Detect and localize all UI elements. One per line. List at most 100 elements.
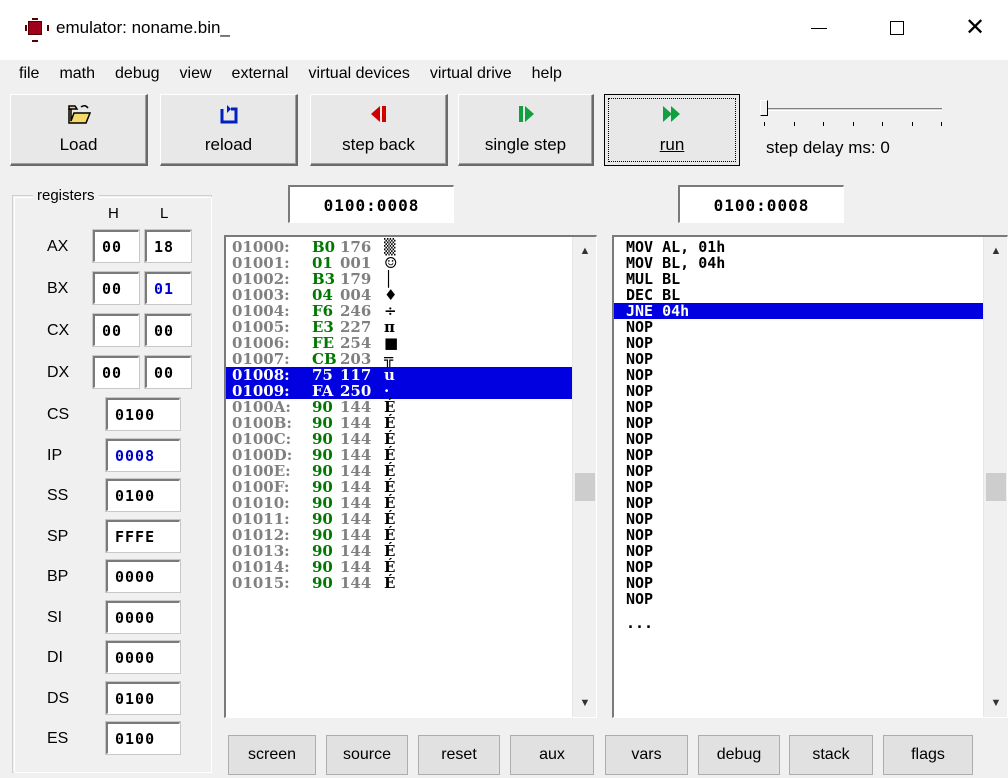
register-cs[interactable]: 0100 bbox=[105, 397, 181, 431]
memory-row[interactable]: 0100A: 90 144 É bbox=[226, 399, 572, 415]
memory-row[interactable]: 01010: 90 144 É bbox=[226, 495, 572, 511]
disasm-row[interactable]: NOP bbox=[614, 495, 983, 511]
register-ss[interactable]: 0100 bbox=[105, 478, 181, 512]
disasm-row[interactable]: NOP bbox=[614, 319, 983, 335]
memory-row[interactable]: 01005: E3 227 π bbox=[226, 319, 572, 335]
menu-debug[interactable]: debug bbox=[115, 60, 160, 88]
memory-row[interactable]: 01001: 01 001 ☺ bbox=[226, 255, 572, 271]
disasm-row[interactable]: NOP bbox=[614, 351, 983, 367]
disasm-scrollbar[interactable]: ▲ ▼ bbox=[983, 237, 1007, 717]
register-ds[interactable]: 0100 bbox=[105, 680, 181, 715]
disasm-row[interactable]: NOP bbox=[614, 447, 983, 463]
disasm-row[interactable]: NOP bbox=[614, 575, 983, 591]
disasm-row[interactable]: NOP bbox=[614, 543, 983, 559]
disasm-row[interactable]: MOV BL, 04h bbox=[614, 255, 983, 271]
memory-scrollbar[interactable]: ▲ ▼ bbox=[572, 237, 596, 717]
memory-row[interactable]: 01004: F6 246 ÷ bbox=[226, 303, 572, 319]
maximize-button[interactable] bbox=[874, 8, 920, 48]
memory-row[interactable]: 0100E: 90 144 É bbox=[226, 463, 572, 479]
memory-row[interactable]: 01011: 90 144 É bbox=[226, 511, 572, 527]
memory-row[interactable]: 01003: 04 004 ♦ bbox=[226, 287, 572, 303]
scroll-down-icon[interactable]: ▼ bbox=[573, 691, 596, 715]
memory-row[interactable]: 01014: 90 144 É bbox=[226, 559, 572, 575]
step-delay-slider[interactable] bbox=[758, 100, 948, 130]
memory-address-box[interactable]: 0100:0008 bbox=[288, 185, 454, 223]
register-si[interactable]: 0000 bbox=[105, 599, 181, 634]
disasm-row[interactable]: NOP bbox=[614, 415, 983, 431]
close-button[interactable]: ✕ bbox=[952, 8, 998, 48]
load-button[interactable]: Load bbox=[10, 94, 148, 166]
disasm-address-box[interactable]: 0100:0008 bbox=[678, 185, 844, 223]
register-bp[interactable]: 0000 bbox=[105, 559, 181, 593]
screen-button[interactable]: screen bbox=[228, 735, 316, 775]
disasm-row[interactable]: NOP bbox=[614, 431, 983, 447]
disasm-row[interactable]: NOP bbox=[614, 399, 983, 415]
slider-thumb[interactable] bbox=[760, 100, 768, 116]
stack-button[interactable]: stack bbox=[789, 735, 873, 775]
disasm-row[interactable]: NOP bbox=[614, 527, 983, 543]
register-cx-high[interactable]: 00 bbox=[92, 313, 140, 347]
disasm-row[interactable]: DEC BL bbox=[614, 287, 983, 303]
disasm-row[interactable]: JNE 04h bbox=[614, 303, 983, 319]
menu-help[interactable]: help bbox=[532, 60, 562, 88]
flags-button[interactable]: flags bbox=[883, 735, 973, 775]
menu-external[interactable]: external bbox=[232, 60, 289, 88]
scroll-thumb[interactable] bbox=[575, 473, 595, 501]
disassembly-list[interactable]: MOV AL, 01h MOV BL, 04h MUL BL DEC BL JNE 04… bbox=[612, 235, 1008, 718]
disasm-row[interactable]: NOP bbox=[614, 479, 983, 495]
memory-row[interactable]: 01006: FE 254 ■ bbox=[226, 335, 572, 351]
memory-row[interactable]: 01000: B0 176 ▒ bbox=[226, 239, 572, 255]
scroll-up-icon[interactable]: ▲ bbox=[573, 239, 596, 263]
register-dx-high[interactable]: 00 bbox=[92, 355, 140, 389]
scroll-down-icon[interactable]: ▼ bbox=[984, 691, 1007, 715]
source-button[interactable]: source bbox=[326, 735, 408, 775]
register-ip[interactable]: 0008 bbox=[105, 437, 181, 472]
register-bx-low[interactable]: 01 bbox=[144, 271, 192, 305]
register-ax-high[interactable]: 00 bbox=[92, 229, 140, 263]
run-button[interactable]: run bbox=[604, 94, 740, 166]
register-di[interactable]: 0000 bbox=[105, 640, 181, 674]
menu-virtual-drive[interactable]: virtual drive bbox=[430, 60, 512, 88]
memory-list[interactable]: 01000: B0 176 ▒ 01001: 01 001 ☺ 01002: B… bbox=[224, 235, 597, 718]
memory-row[interactable]: 0100B: 90 144 É bbox=[226, 415, 572, 431]
memory-row[interactable]: 01013: 90 144 É bbox=[226, 543, 572, 559]
disasm-row[interactable]: MUL BL bbox=[614, 271, 983, 287]
reload-button[interactable]: reload bbox=[160, 94, 298, 166]
disasm-row[interactable]: NOP bbox=[614, 463, 983, 479]
debug-button[interactable]: debug bbox=[698, 735, 780, 775]
step-back-button[interactable]: step back bbox=[310, 94, 448, 166]
memory-row[interactable]: 01009: FA 250 · bbox=[226, 383, 572, 399]
register-bx-high[interactable]: 00 bbox=[92, 271, 140, 305]
disasm-row[interactable]: NOP bbox=[614, 367, 983, 383]
disasm-row[interactable]: NOP bbox=[614, 383, 983, 399]
register-sp[interactable]: FFFE bbox=[105, 518, 181, 553]
menu-file[interactable]: file bbox=[19, 60, 39, 88]
disasm-row[interactable]: ... bbox=[614, 615, 983, 631]
register-dx-low[interactable]: 00 bbox=[144, 355, 192, 389]
register-cx-low[interactable]: 00 bbox=[144, 313, 192, 347]
menu-math[interactable]: math bbox=[59, 60, 95, 88]
minimize-button[interactable] bbox=[796, 8, 842, 48]
register-es[interactable]: 0100 bbox=[105, 721, 181, 755]
memory-row[interactable]: 0100D: 90 144 É bbox=[226, 447, 572, 463]
vars-button[interactable]: vars bbox=[605, 735, 688, 775]
menu-view[interactable]: view bbox=[180, 60, 212, 88]
disasm-row[interactable]: MOV AL, 01h bbox=[614, 239, 983, 255]
menu-virtual-devices[interactable]: virtual devices bbox=[308, 60, 409, 88]
single-step-button[interactable]: single step bbox=[458, 94, 594, 166]
disasm-row[interactable]: NOP bbox=[614, 335, 983, 351]
memory-row[interactable]: 01007: CB 203 ╦ bbox=[226, 351, 572, 367]
memory-row[interactable]: 01012: 90 144 É bbox=[226, 527, 572, 543]
disasm-row[interactable]: NOP bbox=[614, 511, 983, 527]
scroll-up-icon[interactable]: ▲ bbox=[984, 239, 1007, 263]
register-ax-low[interactable]: 18 bbox=[144, 229, 192, 263]
disasm-row[interactable]: NOP bbox=[614, 591, 983, 607]
scroll-thumb[interactable] bbox=[986, 473, 1006, 501]
disasm-row[interactable]: NOP bbox=[614, 559, 983, 575]
memory-row[interactable]: 01002: B3 179 │ bbox=[226, 271, 572, 287]
aux-button[interactable]: aux bbox=[510, 735, 594, 775]
reset-button[interactable]: reset bbox=[418, 735, 500, 775]
memory-row[interactable]: 0100C: 90 144 É bbox=[226, 431, 572, 447]
memory-row[interactable]: 01008: 75 117 u bbox=[226, 367, 572, 383]
memory-row[interactable]: 0100F: 90 144 É bbox=[226, 479, 572, 495]
